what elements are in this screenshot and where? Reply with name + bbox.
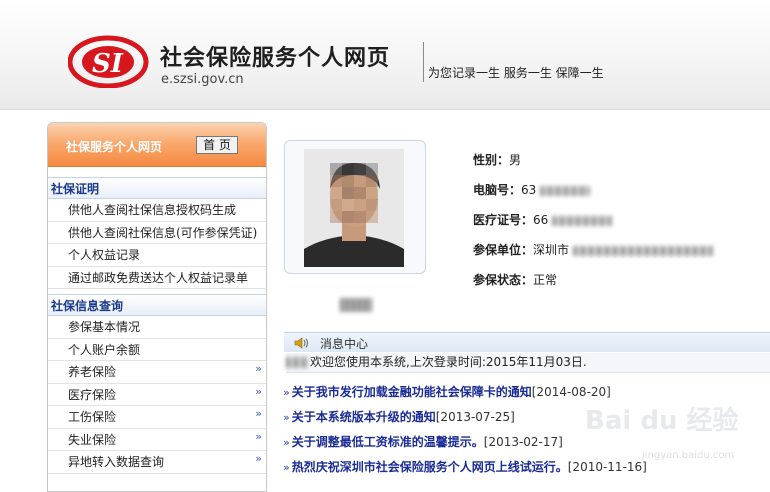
chevron-right-icon: » — [255, 384, 262, 398]
avatar — [304, 149, 404, 267]
header-divider — [423, 42, 424, 82]
redacted-name — [286, 357, 308, 368]
sidebar-item-transfer-query[interactable]: 异地转入数据查询 » — [48, 451, 266, 474]
status-field: 参保状态：正常 — [473, 271, 557, 288]
speaker-icon — [294, 337, 308, 349]
chevron-right-icon: » — [255, 429, 262, 443]
message-center-title: 消息中心 — [320, 337, 369, 351]
news-title[interactable]: 关于调整最低工资标准的温馨提示。 — [292, 435, 484, 449]
brand-title: 社会保险服务个人网页 — [160, 46, 391, 71]
news-title[interactable]: 关于本系统版本升级的通知 — [292, 410, 436, 424]
computer-no-field: 电脑号：63 — [473, 181, 591, 198]
welcome-message: 欢迎您使用本系统,上次登录时间:2015年11月03日. — [286, 353, 770, 373]
sidebar-item-label: 个人账户余额 — [68, 342, 141, 357]
sidebar-item-postal-delivery[interactable]: 通过邮政免费送达个人权益记录单 — [48, 267, 266, 289]
computer-no-value: 63 — [521, 183, 537, 197]
si-logo: SI — [68, 35, 149, 88]
news-title[interactable]: 关于我市发行加载金融功能社会保障卡的通知 — [292, 385, 532, 399]
sidebar-item-medical[interactable]: 医疗保险 » — [48, 384, 266, 406]
sidebar-item-insurance-proof[interactable]: 供他人查阅社保信息(可作参保凭证) — [48, 222, 266, 244]
news-date: [2013-02-17] — [483, 435, 563, 449]
sidebar: 社保服务个人网页 首 页 社保证明 供他人查阅社保信息授权码生成 供他人查阅社保… — [47, 122, 267, 492]
chevron-right-icon: » — [255, 452, 262, 465]
sidebar-item-pension[interactable]: 养老保险 » — [48, 361, 266, 384]
profile-photo-frame — [284, 140, 426, 274]
home-button[interactable]: 首 页 — [196, 136, 238, 154]
sidebar-item-auth-code[interactable]: 供他人查阅社保信息授权码生成 — [48, 199, 266, 222]
sidebar-item-label: 通过邮政免费送达个人权益记录单 — [68, 270, 249, 285]
news-item[interactable]: » 热烈庆祝深圳市社会保险服务个人网页上线试运行。[2010-11-16] — [283, 458, 647, 475]
svg-text:SI: SI — [92, 49, 124, 79]
chevron-right-icon: » — [283, 436, 290, 449]
redacted-number — [552, 215, 613, 226]
status-label: 参保状态： — [473, 273, 534, 287]
news-date: [2014-08-20] — [531, 385, 611, 399]
sidebar-item-label: 供他人查阅社保信息(可作参保凭证) — [68, 225, 258, 240]
medical-no-value: 66 — [533, 213, 549, 227]
sidebar-item-account-balance[interactable]: 个人账户余额 — [48, 339, 266, 361]
chevron-right-icon: » — [255, 362, 262, 375]
news-title[interactable]: 热烈庆祝深圳市社会保险服务个人网页上线试运行。 — [292, 460, 568, 474]
chevron-right-icon: » — [283, 411, 290, 424]
gender-label: 性别： — [473, 153, 510, 167]
sidebar-item-label: 个人权益记录 — [68, 248, 141, 262]
news-date: [2010-11-16] — [567, 460, 647, 474]
news-item[interactable]: » 关于本系统版本升级的通知[2013-07-25] — [283, 408, 515, 425]
message-center-bar: 消息中心 — [284, 332, 770, 352]
unit-value: 深圳市 — [533, 243, 570, 257]
sidebar-item-label: 异地转入数据查询 — [68, 455, 165, 469]
sidebar-item-rights-record[interactable]: 个人权益记录 — [48, 244, 266, 267]
sidebar-item-basic-info[interactable]: 参保基本情况 — [48, 316, 266, 339]
sidebar-title: 社保服务个人网页 — [66, 140, 163, 154]
computer-no-label: 电脑号： — [473, 183, 522, 197]
status-value: 正常 — [533, 273, 558, 287]
sidebar-item-injury[interactable]: 工伤保险 » — [48, 406, 266, 429]
sidebar-item-label: 养老保险 — [68, 365, 117, 379]
sidebar-group-info-query[interactable]: 社保信息查询 — [48, 294, 266, 316]
sidebar-item-label: 供他人查阅社保信息授权码生成 — [68, 203, 237, 217]
chevron-right-icon: » — [255, 407, 262, 420]
sidebar-header: 社保服务个人网页 首 页 — [48, 123, 266, 167]
watermark: Bai du 经验 — [585, 406, 739, 436]
sidebar-item-label: 失业保险 — [68, 432, 117, 447]
sidebar-item-label: 工伤保险 — [68, 410, 117, 424]
redacted-number — [540, 185, 591, 196]
news-date: [2013-07-25] — [435, 410, 515, 424]
medical-no-field: 医疗证号：66 — [473, 211, 613, 228]
sidebar-item-unemployment[interactable]: 失业保险 » — [48, 429, 266, 451]
gender-value: 男 — [509, 153, 522, 167]
unit-label: 参保单位： — [473, 243, 534, 257]
medical-no-label: 医疗证号： — [473, 213, 534, 227]
brand-url: e.szsi.gov.cn — [161, 72, 244, 87]
sidebar-item-label: 医疗保险 — [68, 387, 117, 402]
page-header: SI 社会保险服务个人网页 e.szsi.gov.cn 为您记录一生 服务一生 … — [0, 0, 770, 110]
slogan: 为您记录一生 服务一生 保障一生 — [428, 66, 604, 80]
sidebar-item-label: 参保基本情况 — [68, 320, 141, 334]
sidebar-group-certificates[interactable]: 社保证明 — [48, 177, 266, 199]
chevron-right-icon: » — [283, 386, 290, 399]
user-name-redacted — [340, 298, 372, 312]
news-item[interactable]: » 关于调整最低工资标准的温馨提示。[2013-02-17] — [283, 433, 563, 450]
gender-field: 性别：男 — [473, 151, 521, 168]
redacted-unit — [572, 245, 713, 256]
watermark-url: jingyan.baidu.com — [642, 450, 735, 461]
unit-field: 参保单位：深圳市 — [473, 241, 713, 258]
chevron-right-icon: » — [283, 461, 290, 474]
news-item[interactable]: » 关于我市发行加载金融功能社会保障卡的通知[2014-08-20] — [283, 383, 611, 400]
welcome-text: 欢迎您使用本系统,上次登录时间:2015年11月03日. — [310, 355, 587, 369]
